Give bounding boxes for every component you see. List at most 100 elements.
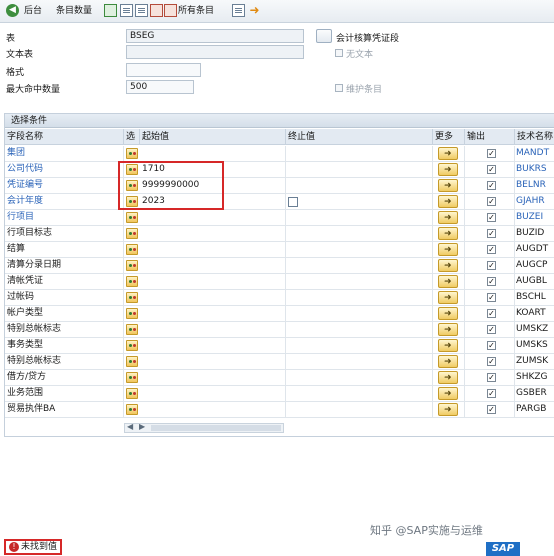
multiple-selection-icon[interactable] bbox=[438, 371, 458, 386]
from-value-field[interactable] bbox=[140, 290, 286, 305]
select-option-icon[interactable] bbox=[126, 388, 138, 399]
to-value-field[interactable] bbox=[286, 370, 433, 385]
multiple-selection-icon[interactable] bbox=[438, 163, 458, 178]
more-cell[interactable] bbox=[433, 322, 465, 338]
output-checkbox[interactable]: ✓ bbox=[487, 309, 496, 318]
more-cell[interactable] bbox=[433, 194, 465, 210]
to-value-field[interactable] bbox=[286, 146, 433, 161]
from-value-field[interactable] bbox=[140, 322, 286, 337]
multiple-selection-icon[interactable] bbox=[438, 195, 458, 210]
table-name-field[interactable]: BSEG bbox=[126, 29, 304, 43]
entry-count-button[interactable]: 条目数量 bbox=[56, 3, 92, 19]
no-text-checkbox[interactable] bbox=[335, 49, 343, 57]
more-cell[interactable] bbox=[433, 370, 465, 386]
multiple-selection-icon[interactable] bbox=[438, 211, 458, 226]
select-option-icon[interactable] bbox=[126, 340, 138, 351]
multiple-selection-icon[interactable] bbox=[438, 323, 458, 338]
scroll-right-icon[interactable]: ▶ bbox=[139, 422, 145, 431]
select-option-cell[interactable] bbox=[124, 338, 140, 353]
from-value-field[interactable] bbox=[140, 354, 286, 369]
from-value-field[interactable] bbox=[140, 338, 286, 353]
to-value-field[interactable] bbox=[286, 338, 433, 353]
multiple-selection-icon[interactable] bbox=[438, 147, 458, 162]
layout-field[interactable] bbox=[126, 63, 201, 77]
output-checkbox[interactable]: ✓ bbox=[487, 245, 496, 254]
output-checkbox[interactable]: ✓ bbox=[487, 357, 496, 366]
from-value-field[interactable] bbox=[140, 258, 286, 273]
print-icon[interactable] bbox=[232, 4, 245, 17]
multiple-selection-icon[interactable] bbox=[438, 227, 458, 242]
document-icon[interactable] bbox=[120, 4, 133, 17]
output-cell[interactable]: ✓ bbox=[465, 402, 515, 417]
fields-icon[interactable] bbox=[135, 4, 148, 17]
select-option-cell[interactable] bbox=[124, 402, 140, 417]
from-value-field[interactable] bbox=[140, 274, 286, 289]
multiple-selection-icon[interactable] bbox=[438, 291, 458, 306]
scrollbar-thumb[interactable] bbox=[151, 425, 281, 431]
back-icon[interactable]: ◀ bbox=[6, 4, 19, 17]
select-option-icon[interactable] bbox=[126, 148, 138, 159]
output-cell[interactable]: ✓ bbox=[465, 178, 515, 193]
more-cell[interactable] bbox=[433, 306, 465, 322]
output-cell[interactable]: ✓ bbox=[465, 370, 515, 385]
select-option-icon[interactable] bbox=[126, 228, 138, 239]
more-cell[interactable] bbox=[433, 402, 465, 418]
select-option-cell[interactable] bbox=[124, 210, 140, 225]
to-value-field[interactable] bbox=[286, 354, 433, 369]
output-cell[interactable]: ✓ bbox=[465, 258, 515, 273]
output-checkbox[interactable]: ✓ bbox=[487, 149, 496, 158]
all-entries-icon[interactable] bbox=[164, 4, 177, 17]
select-option-icon[interactable] bbox=[126, 244, 138, 255]
multiple-selection-icon[interactable] bbox=[438, 179, 458, 194]
output-cell[interactable]: ✓ bbox=[465, 146, 515, 161]
to-value-field[interactable] bbox=[286, 402, 433, 417]
from-value-field[interactable] bbox=[140, 370, 286, 385]
output-cell[interactable]: ✓ bbox=[465, 274, 515, 289]
output-cell[interactable]: ✓ bbox=[465, 354, 515, 369]
to-value-field[interactable] bbox=[286, 386, 433, 401]
output-cell[interactable]: ✓ bbox=[465, 226, 515, 241]
text-table-field[interactable] bbox=[126, 45, 304, 59]
select-option-cell[interactable] bbox=[124, 274, 140, 289]
from-value-field[interactable] bbox=[140, 402, 286, 417]
select-option-icon[interactable] bbox=[126, 356, 138, 367]
more-cell[interactable] bbox=[433, 338, 465, 354]
all-entries-button[interactable]: 所有条目 bbox=[178, 3, 214, 19]
output-checkbox[interactable]: ✓ bbox=[487, 389, 496, 398]
more-cell[interactable] bbox=[433, 210, 465, 226]
output-cell[interactable]: ✓ bbox=[465, 242, 515, 257]
select-option-cell[interactable] bbox=[124, 226, 140, 241]
select-option-cell[interactable] bbox=[124, 370, 140, 385]
select-option-icon[interactable] bbox=[126, 372, 138, 383]
to-value-field[interactable] bbox=[286, 178, 433, 193]
to-value-field[interactable] bbox=[286, 306, 433, 321]
output-checkbox[interactable]: ✓ bbox=[487, 165, 496, 174]
output-checkbox[interactable]: ✓ bbox=[487, 373, 496, 382]
output-checkbox[interactable]: ✓ bbox=[487, 197, 496, 206]
multiple-selection-icon[interactable] bbox=[438, 339, 458, 354]
scroll-left-icon[interactable]: ◀ bbox=[127, 422, 133, 431]
output-checkbox[interactable]: ✓ bbox=[487, 277, 496, 286]
from-value-field[interactable] bbox=[140, 210, 286, 225]
back-button[interactable]: 后台 bbox=[24, 3, 42, 19]
from-value-field[interactable] bbox=[140, 242, 286, 257]
select-option-cell[interactable] bbox=[124, 290, 140, 305]
output-checkbox[interactable]: ✓ bbox=[487, 229, 496, 238]
output-cell[interactable]: ✓ bbox=[465, 306, 515, 321]
binoculars-icon[interactable] bbox=[316, 29, 332, 43]
to-value-field[interactable] bbox=[286, 162, 433, 177]
from-value-field[interactable] bbox=[140, 146, 286, 161]
to-value-field[interactable] bbox=[286, 194, 433, 209]
more-cell[interactable] bbox=[433, 146, 465, 162]
to-value-field[interactable] bbox=[286, 258, 433, 273]
output-checkbox[interactable]: ✓ bbox=[487, 181, 496, 190]
more-cell[interactable] bbox=[433, 178, 465, 194]
output-checkbox[interactable]: ✓ bbox=[487, 405, 496, 414]
multiple-selection-icon[interactable] bbox=[438, 403, 458, 418]
more-cell[interactable] bbox=[433, 290, 465, 306]
select-option-icon[interactable] bbox=[126, 324, 138, 335]
select-option-cell[interactable] bbox=[124, 258, 140, 273]
to-value-field[interactable] bbox=[286, 242, 433, 257]
output-cell[interactable]: ✓ bbox=[465, 290, 515, 305]
multiple-selection-icon[interactable] bbox=[438, 387, 458, 402]
